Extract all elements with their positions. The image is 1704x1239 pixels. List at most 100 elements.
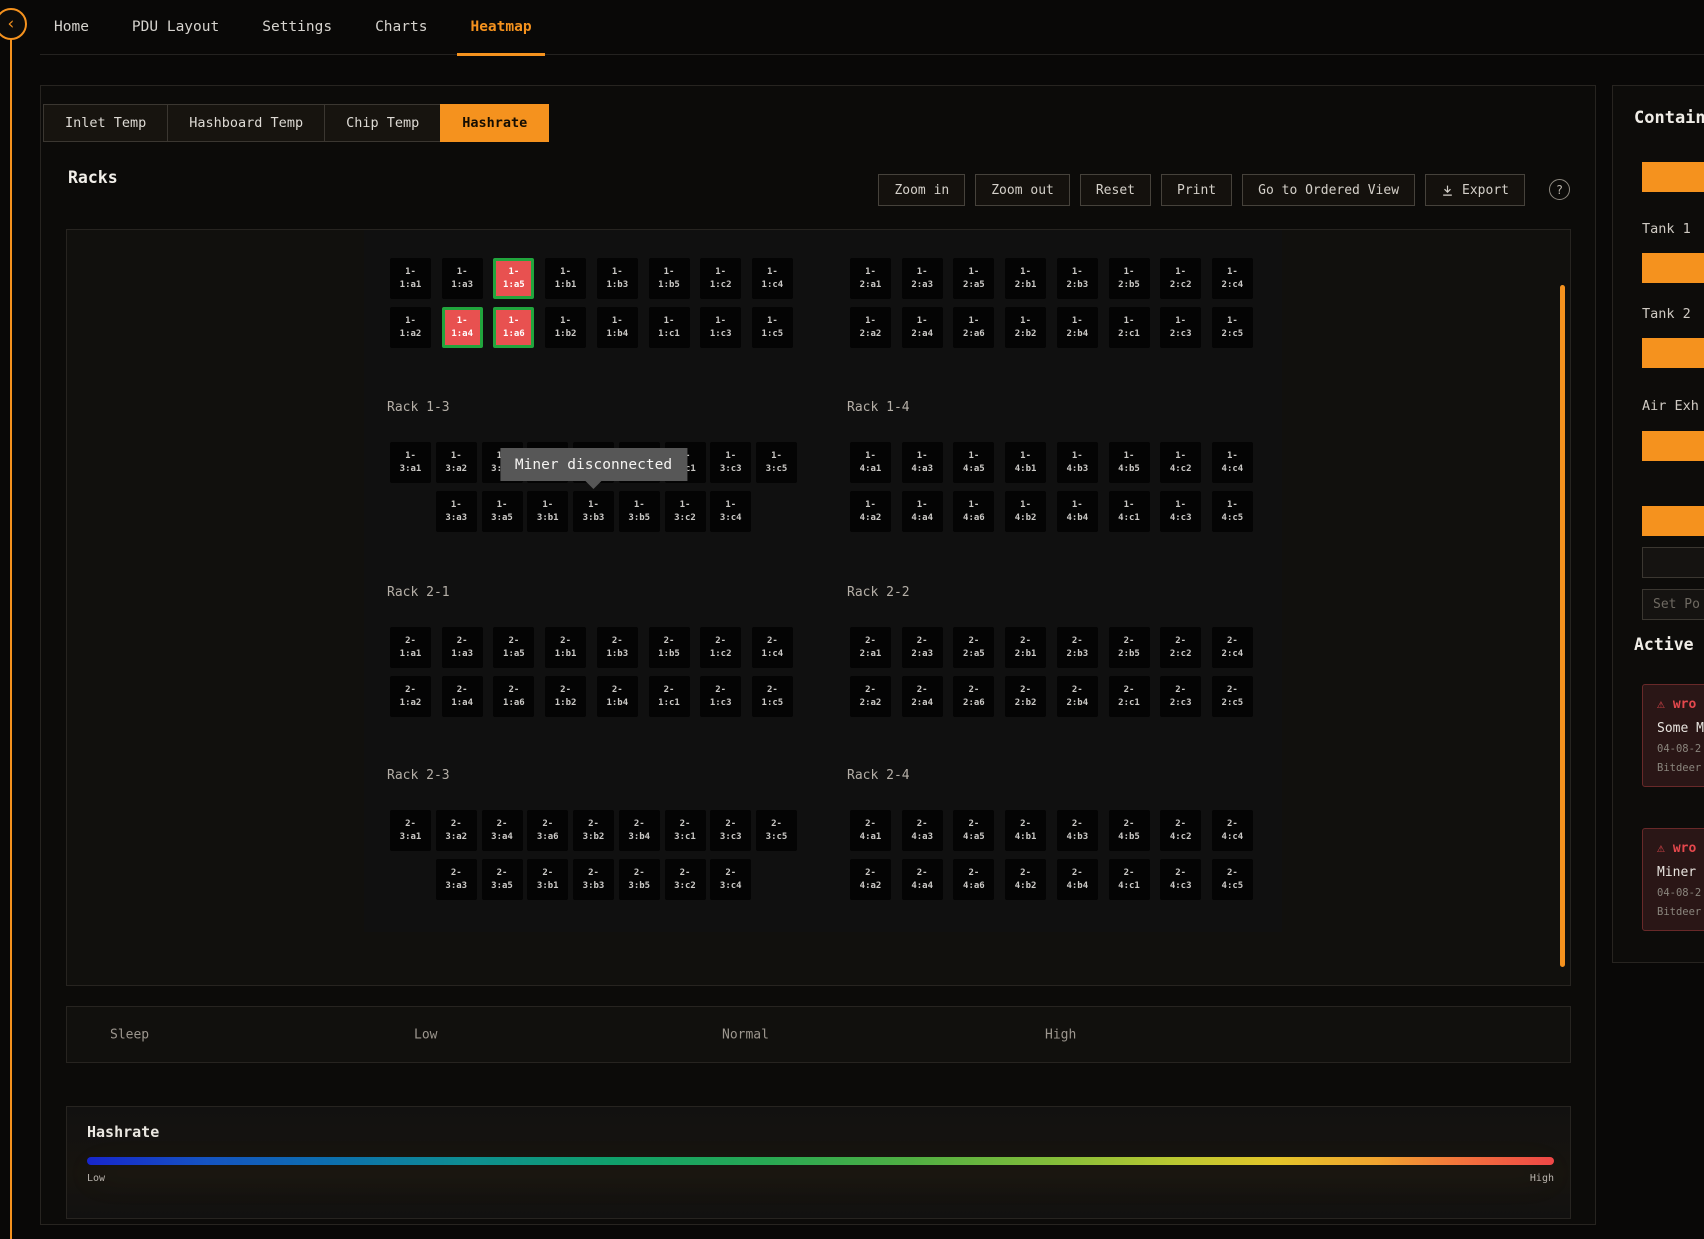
miner-cell[interactable]: 2-4:c2 [1160, 810, 1201, 851]
miner-cell[interactable]: 2-4:c3 [1160, 859, 1201, 900]
tab-inlet-temp[interactable]: Inlet Temp [43, 104, 168, 142]
miner-cell[interactable]: 2-2:b2 [1005, 676, 1046, 717]
miner-cell[interactable]: 1-2:c4 [1212, 258, 1253, 299]
miner-cell[interactable]: 1-2:b3 [1057, 258, 1098, 299]
nav-item-charts[interactable]: Charts [375, 0, 427, 55]
miner-cell[interactable]: 1-1:a1 [390, 258, 431, 299]
miner-cell[interactable]: 1-2:a3 [902, 258, 943, 299]
value-input[interactable] [1642, 547, 1704, 578]
miner-cell[interactable]: 2-1:a4 [442, 676, 483, 717]
miner-cell[interactable]: 1-1:b2 [545, 307, 586, 348]
miner-cell[interactable]: 2-4:b4 [1057, 859, 1098, 900]
miner-cell[interactable]: 2-1:c1 [649, 676, 690, 717]
miner-cell[interactable]: 1-3:a2 [436, 442, 477, 483]
miner-cell[interactable]: 1-1:a3 [442, 258, 483, 299]
miner-cell[interactable]: 1-2:c5 [1212, 307, 1253, 348]
miner-cell[interactable]: 1-1:a5 [493, 258, 534, 299]
miner-cell[interactable]: 1-1:c2 [700, 258, 741, 299]
miner-cell[interactable]: 2-1:a6 [493, 676, 534, 717]
collapse-panel-button[interactable]: ‹ [0, 8, 27, 40]
miner-cell[interactable]: 1-2:c2 [1160, 258, 1201, 299]
miner-cell[interactable]: 1-4:b1 [1005, 442, 1046, 483]
miner-cell[interactable]: 1-4:a5 [953, 442, 994, 483]
miner-cell[interactable]: 1-3:b3 [573, 491, 614, 532]
miner-cell[interactable]: 2-2:b4 [1057, 676, 1098, 717]
miner-cell[interactable]: 1-4:c3 [1160, 491, 1201, 532]
miner-cell[interactable]: 1-3:c3 [710, 442, 751, 483]
zoom-in-button[interactable]: Zoom in [878, 174, 965, 206]
miner-cell[interactable]: 1-4:a2 [850, 491, 891, 532]
miner-cell[interactable]: 2-1:b2 [545, 676, 586, 717]
help-icon[interactable]: ? [1549, 179, 1570, 200]
miner-cell[interactable]: 2-2:a6 [953, 676, 994, 717]
miner-cell[interactable]: 2-2:c3 [1160, 676, 1201, 717]
miner-cell[interactable]: 2-4:b5 [1109, 810, 1150, 851]
miner-cell[interactable]: 2-1:a2 [390, 676, 431, 717]
miner-cell[interactable]: 2-2:b5 [1109, 627, 1150, 668]
go-to-ordered-view-button[interactable]: Go to Ordered View [1242, 174, 1415, 206]
miner-cell[interactable]: 2-1:a3 [442, 627, 483, 668]
miner-cell[interactable]: 1-2:a6 [953, 307, 994, 348]
zoom-out-button[interactable]: Zoom out [975, 174, 1070, 206]
miner-cell[interactable]: 2-4:a3 [902, 810, 943, 851]
miner-cell[interactable]: 1-4:a4 [902, 491, 943, 532]
miner-cell[interactable]: 2-2:b3 [1057, 627, 1098, 668]
miner-cell[interactable]: 1-1:c3 [700, 307, 741, 348]
miner-cell[interactable]: 1-3:b5 [619, 491, 660, 532]
miner-cell[interactable]: 2-3:b3 [573, 859, 614, 900]
alert-card[interactable]: ⚠wroMiner04-08-2Bitdeer [1642, 828, 1704, 931]
miner-cell[interactable]: 1-2:b4 [1057, 307, 1098, 348]
miner-cell[interactable]: 2-1:a5 [493, 627, 534, 668]
miner-cell[interactable]: 2-3:b5 [619, 859, 660, 900]
miner-cell[interactable]: 2-3:b1 [527, 859, 568, 900]
nav-item-settings[interactable]: Settings [262, 0, 332, 55]
miner-cell[interactable]: 1-4:b3 [1057, 442, 1098, 483]
miner-cell[interactable]: 2-2:c2 [1160, 627, 1201, 668]
tank-status-bar[interactable] [1642, 253, 1704, 283]
tank-status-bar[interactable] [1642, 162, 1704, 192]
miner-cell[interactable]: 2-3:a3 [436, 859, 477, 900]
miner-cell[interactable]: 1-4:b2 [1005, 491, 1046, 532]
reset-button[interactable]: Reset [1080, 174, 1151, 206]
miner-cell[interactable]: 2-1:b4 [597, 676, 638, 717]
tank-status-bar[interactable] [1642, 338, 1704, 368]
miner-cell[interactable]: 2-3:b4 [619, 810, 660, 851]
miner-cell[interactable]: 1-1:c5 [752, 307, 793, 348]
tab-chip-temp[interactable]: Chip Temp [324, 104, 441, 142]
miner-cell[interactable]: 2-4:a5 [953, 810, 994, 851]
export-button[interactable]: Export [1425, 174, 1525, 206]
miner-cell[interactable]: 2-3:b2 [573, 810, 614, 851]
miner-cell[interactable]: 2-4:b2 [1005, 859, 1046, 900]
miner-cell[interactable]: 2-2:a3 [902, 627, 943, 668]
nav-item-home[interactable]: Home [54, 0, 89, 55]
print-button[interactable]: Print [1161, 174, 1232, 206]
miner-cell[interactable]: 2-1:c5 [752, 676, 793, 717]
set-point-input[interactable] [1642, 589, 1704, 620]
miner-cell[interactable]: 2-2:c4 [1212, 627, 1253, 668]
miner-cell[interactable]: 2-4:a2 [850, 859, 891, 900]
miner-cell[interactable]: 2-3:a6 [527, 810, 568, 851]
miner-cell[interactable]: 1-3:a3 [436, 491, 477, 532]
miner-cell[interactable]: 2-4:a1 [850, 810, 891, 851]
miner-cell[interactable]: 2-1:c3 [700, 676, 741, 717]
miner-cell[interactable]: 2-2:c5 [1212, 676, 1253, 717]
miner-cell[interactable]: 1-3:b1 [527, 491, 568, 532]
tank-status-bar[interactable] [1642, 506, 1704, 536]
miner-cell[interactable]: 2-4:c5 [1212, 859, 1253, 900]
miner-cell[interactable]: 1-3:c4 [710, 491, 751, 532]
alert-card[interactable]: ⚠wroSome M04-08-2Bitdeer [1642, 684, 1704, 787]
miner-cell[interactable]: 1-4:b4 [1057, 491, 1098, 532]
miner-cell[interactable]: 2-2:a1 [850, 627, 891, 668]
miner-cell[interactable]: 2-4:b1 [1005, 810, 1046, 851]
miner-cell[interactable]: 1-1:b4 [597, 307, 638, 348]
miner-cell[interactable]: 2-4:a4 [902, 859, 943, 900]
miner-cell[interactable]: 1-1:a4 [442, 307, 483, 348]
miner-cell[interactable]: 2-2:a2 [850, 676, 891, 717]
miner-cell[interactable]: 1-4:c2 [1160, 442, 1201, 483]
miner-cell[interactable]: 1-2:b2 [1005, 307, 1046, 348]
miner-cell[interactable]: 1-4:c1 [1109, 491, 1150, 532]
miner-cell[interactable]: 1-4:a1 [850, 442, 891, 483]
miner-cell[interactable]: 2-4:c4 [1212, 810, 1253, 851]
miner-cell[interactable]: 2-4:c1 [1109, 859, 1150, 900]
miner-cell[interactable]: 1-4:a6 [953, 491, 994, 532]
